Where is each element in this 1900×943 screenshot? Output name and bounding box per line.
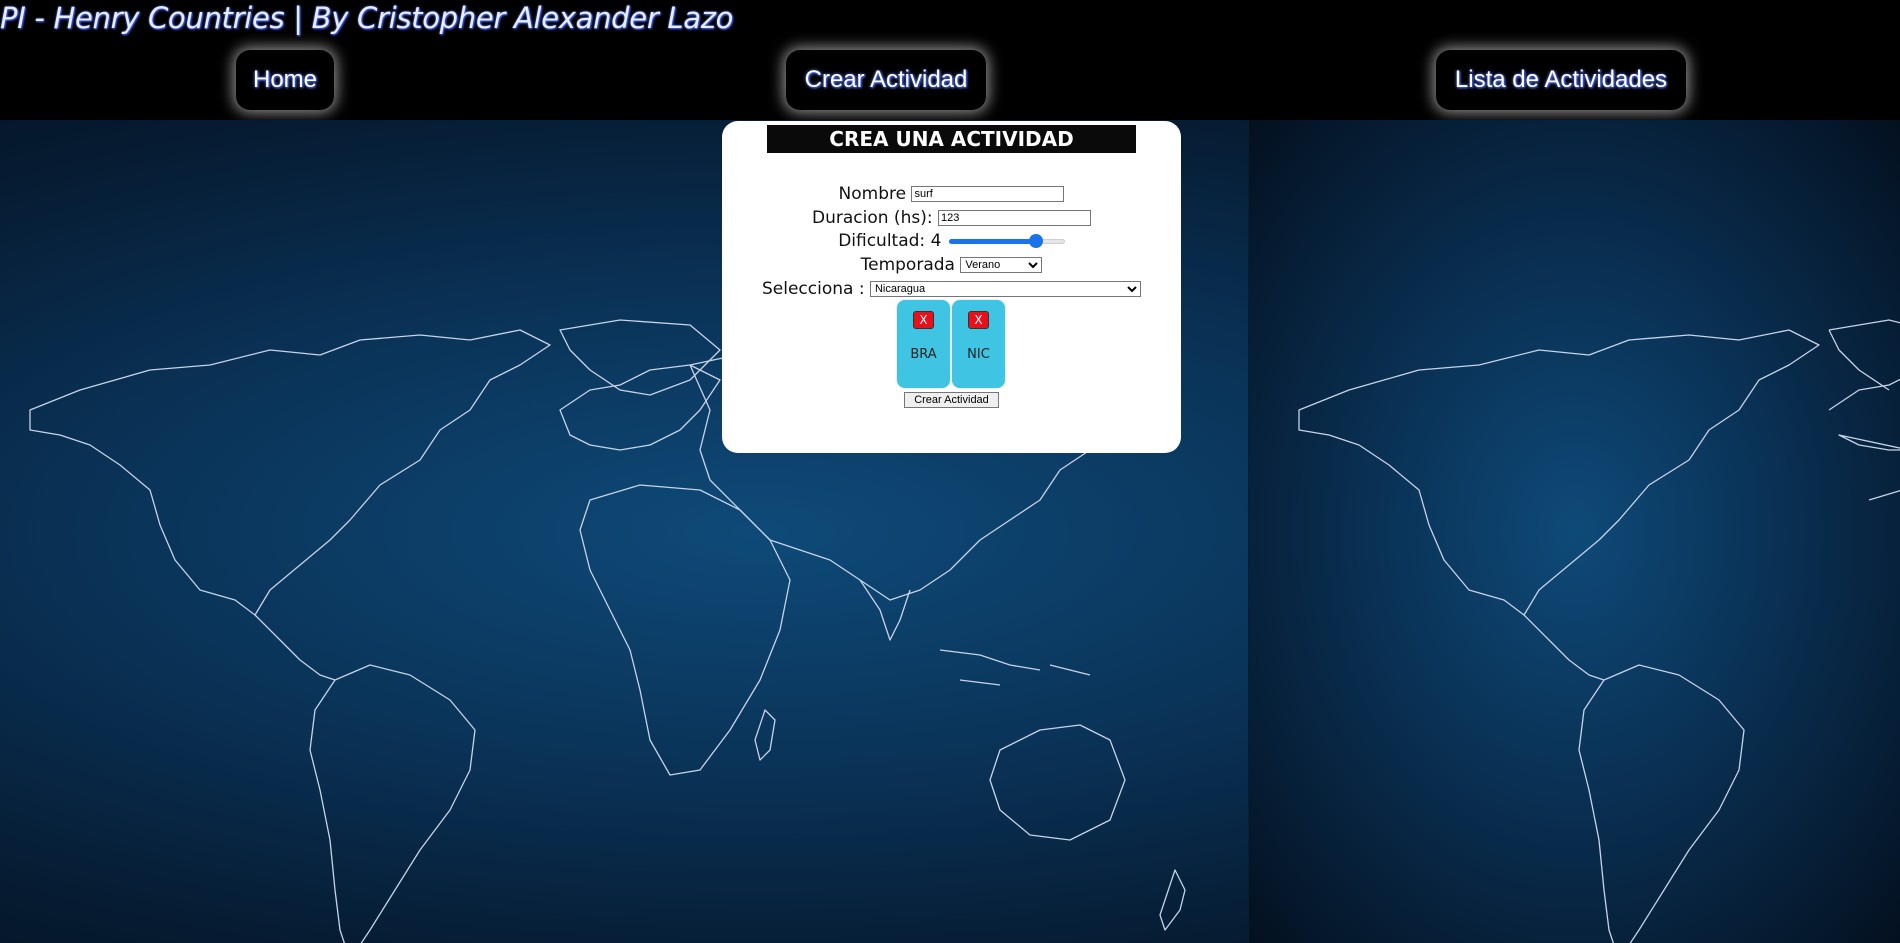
world-map-illustration-repeat (1298, 319, 1900, 943)
nav-activity-list-button[interactable]: Lista de Actividades (1436, 50, 1686, 110)
difficulty-value: 4 (930, 231, 942, 251)
nav-create-activity-button[interactable]: Crear Actividad (786, 50, 986, 110)
selected-country-chip: X BRA (897, 300, 950, 388)
slider-thumb[interactable] (1028, 234, 1043, 248)
season-row: Temporada Verano (722, 254, 1181, 276)
remove-country-button[interactable]: X (968, 311, 989, 329)
selected-country-chip: X NIC (952, 300, 1005, 388)
remove-country-button[interactable]: X (913, 311, 934, 329)
create-activity-submit-button[interactable]: Crear Actividad (904, 392, 999, 408)
name-label: Nombre (838, 184, 907, 204)
country-code: NIC (967, 347, 990, 362)
duration-row: Duracion (hs): (722, 207, 1181, 229)
country-label: Selecciona : (762, 279, 865, 299)
name-input[interactable] (911, 186, 1065, 202)
duration-input[interactable] (937, 210, 1091, 226)
country-code: BRA (910, 347, 937, 362)
season-label: Temporada (860, 255, 955, 275)
country-select[interactable]: Nicaragua (869, 281, 1141, 297)
difficulty-label: Dificultad: (838, 231, 926, 251)
difficulty-row: Dificultad: 4 (722, 230, 1181, 252)
name-row: Nombre (722, 183, 1181, 205)
header-bar: PI - Henry Countries | By Cristopher Ale… (0, 0, 1900, 120)
form-title: CREA UNA ACTIVIDAD (767, 125, 1136, 153)
country-row: Selecciona : Nicaragua (722, 278, 1181, 300)
nav-home-button[interactable]: Home (236, 50, 334, 110)
duration-label: Duracion (hs): (812, 208, 933, 228)
slider-fill (948, 239, 1036, 244)
season-select[interactable]: Verano (960, 257, 1043, 273)
difficulty-slider[interactable] (948, 234, 1065, 248)
world-map-background-tile (1248, 120, 1900, 943)
site-title: PI - Henry Countries | By Cristopher Ale… (0, 1, 734, 35)
